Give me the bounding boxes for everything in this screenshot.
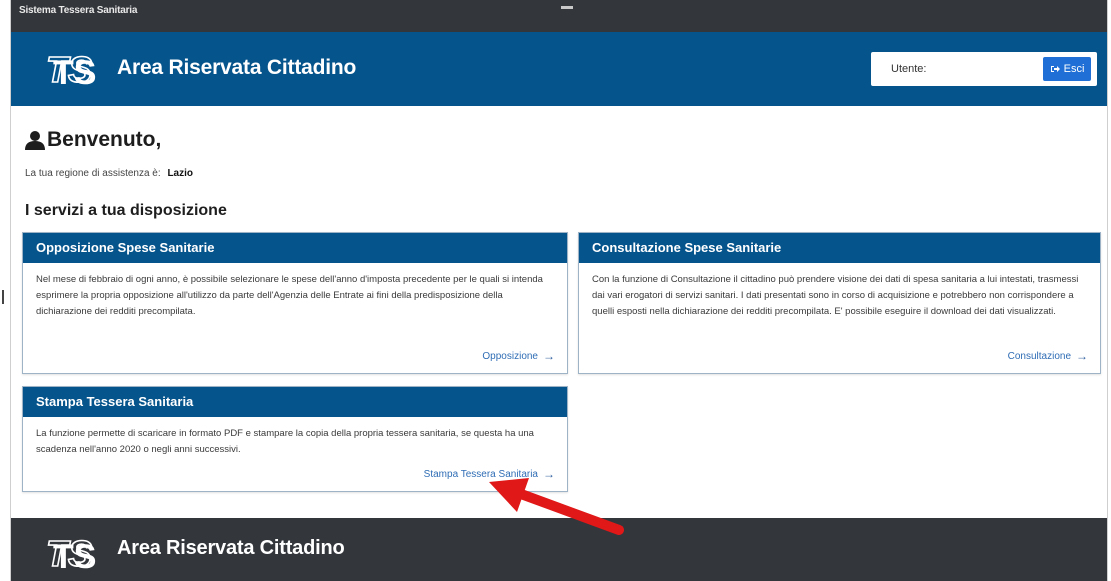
welcome-title: Benvenuto,	[47, 128, 162, 151]
exit-label: Esci	[1063, 63, 1085, 75]
card-text: Con la funzione di Consultazione il citt…	[592, 274, 1079, 317]
region-info: La tua regione di assistenza è: Lazio	[25, 168, 193, 179]
services-title: I servizi a tua disposizione	[25, 202, 227, 219]
card-title: Opposizione Spese Sanitarie	[23, 233, 567, 263]
exit-button[interactable]: Esci	[1043, 57, 1091, 81]
user-icon	[25, 131, 45, 150]
system-name: Sistema Tessera Sanitaria	[19, 5, 138, 16]
consultazione-link[interactable]: Consultazione →	[1008, 349, 1088, 363]
opposizione-link[interactable]: Opposizione →	[482, 349, 555, 363]
red-annotation-arrow-icon	[489, 478, 624, 535]
consultazione-card: Consultazione Spese Sanitarie Con la fun…	[578, 232, 1101, 374]
card-text: Nel mese di febbraio di ogni anno, è pos…	[36, 274, 543, 317]
card-text: La funzione permette di scaricare in for…	[36, 428, 534, 455]
minimize-icon	[561, 6, 573, 9]
region-value: Lazio	[167, 168, 193, 179]
user-label: Utente:	[891, 63, 927, 75]
logo-text: TS	[53, 538, 96, 573]
region-label: La tua regione di assistenza è:	[25, 168, 161, 179]
arrow-right-icon: →	[543, 349, 555, 363]
logo-text: TS	[53, 54, 96, 89]
card-title: Consultazione Spese Sanitarie	[579, 233, 1100, 263]
page-frame: Sistema Tessera Sanitaria TS TS Area Ris…	[10, 0, 1108, 581]
left-edge-marker	[2, 290, 4, 304]
card-title: Stampa Tessera Sanitaria	[23, 387, 567, 417]
footer-title: Area Riservata Cittadino	[117, 537, 345, 559]
opposizione-card: Opposizione Spese Sanitarie Nel mese di …	[22, 232, 568, 374]
link-label: Consultazione	[1007, 350, 1071, 362]
user-box: Utente: Esci	[871, 52, 1097, 86]
arrow-right-icon: →	[1076, 349, 1088, 363]
system-topbar: Sistema Tessera Sanitaria	[11, 0, 1107, 32]
sign-out-icon	[1050, 66, 1060, 72]
header-title: Area Riservata Cittadino	[117, 56, 357, 79]
ts-logo: TS TS	[45, 49, 96, 89]
ts-logo-footer: TS TS	[45, 533, 96, 573]
link-label: Opposizione	[482, 350, 538, 362]
app-header: TS TS Area Riservata Cittadino Utente: E…	[11, 32, 1107, 106]
welcome-heading: Benvenuto,	[25, 128, 161, 152]
